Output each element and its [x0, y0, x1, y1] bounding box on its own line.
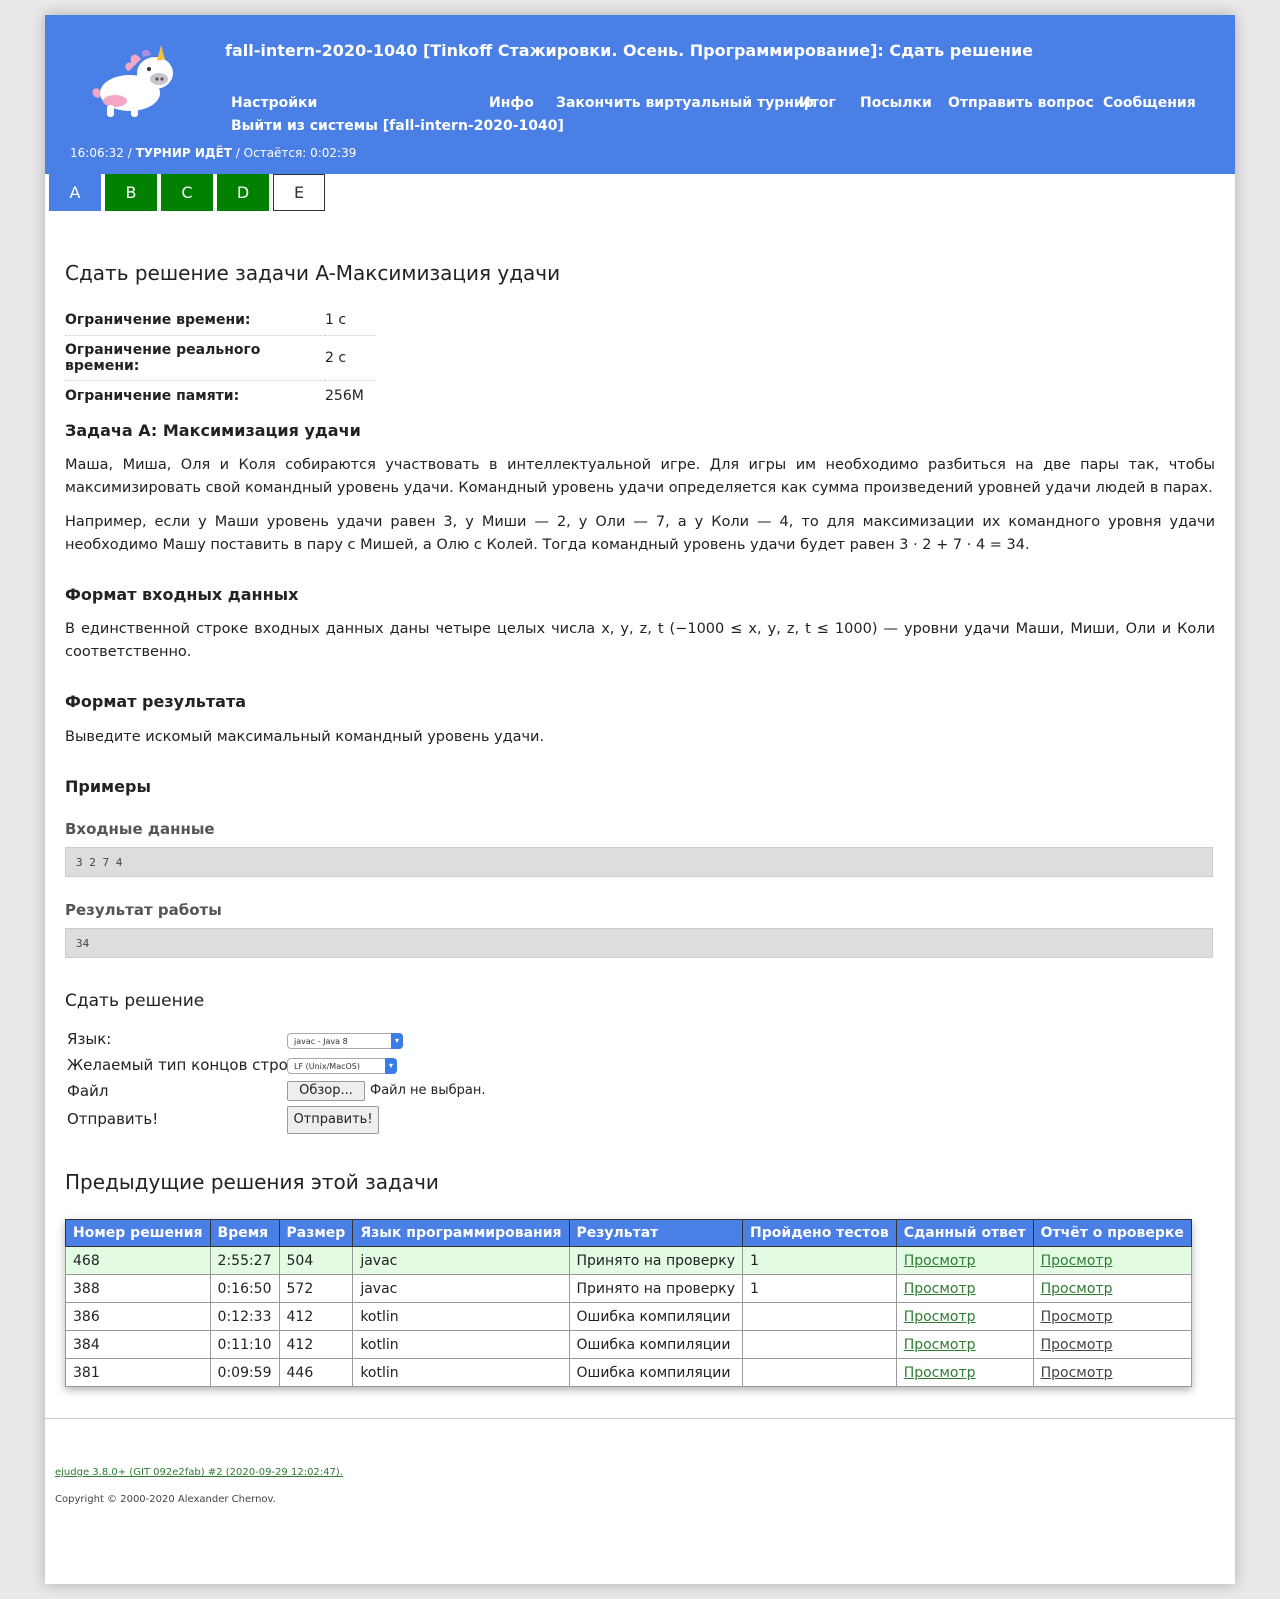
limits-table: Ограничение времени: 1 с Ограничение реа…: [65, 305, 375, 411]
header: fall-intern-2020-1040 [Tinkoff Стажировк…: [45, 15, 1235, 174]
page: fall-intern-2020-1040 [Tinkoff Стажировк…: [45, 15, 1235, 1584]
previous-runs-table: Номер решения Время Размер Язык программ…: [65, 1219, 1192, 1387]
contest-status: 16:06:32 / ТУРНИР ИДЁТ / Остаётся: 0:02:…: [70, 146, 357, 160]
example-input-box: 3 2 7 4: [65, 847, 1213, 877]
nav-info[interactable]: Инфо: [489, 95, 534, 111]
problem-title: Задача A: Максимизация удачи: [65, 421, 361, 440]
time-limit-value: 1 с: [325, 305, 375, 336]
example-output-label: Результат работы: [65, 901, 222, 919]
statement-paragraph-2: Например, если у Маши уровень удачи раве…: [65, 514, 1215, 553]
col-language: Язык программирования: [352, 1219, 570, 1247]
view-report-link[interactable]: Просмотр: [1041, 1253, 1113, 1269]
tab-problem-d[interactable]: D: [217, 174, 269, 211]
view-report-link[interactable]: Просмотр: [1041, 1281, 1113, 1297]
statement-paragraph-1: Маша, Миша, Оля и Коля собираются участв…: [65, 457, 1215, 496]
copyright: Copyright © 2000-2020 Alexander Chernov.: [55, 1494, 276, 1505]
real-time-limit-label: Ограничение реального времени:: [65, 335, 325, 381]
real-time-limit-value: 2 с: [325, 335, 375, 381]
output-format-text: Выведите искомый максимальный командный …: [65, 729, 545, 745]
table-row: 381 0:09:59 446 kotlin Ошибка компиляции…: [65, 1358, 1192, 1387]
tab-problem-b[interactable]: B: [105, 174, 157, 211]
view-answer-link[interactable]: Просмотр: [904, 1309, 976, 1325]
table-row: 384 0:11:10 412 kotlin Ошибка компиляции…: [65, 1330, 1192, 1359]
time-remaining: Остаётся: 0:02:39: [243, 146, 357, 160]
page-title: fall-intern-2020-1040 [Tinkoff Стажировк…: [225, 41, 1034, 60]
view-report-link[interactable]: Просмотр: [1041, 1365, 1113, 1381]
nav-runs[interactable]: Посылки: [860, 95, 932, 111]
table-row: 468 2:55:27 504 javac Принято на проверк…: [65, 1246, 1192, 1275]
view-answer-link[interactable]: Просмотр: [904, 1253, 976, 1269]
table-header-row: Номер решения Время Размер Язык программ…: [65, 1219, 1192, 1247]
view-report-link[interactable]: Просмотр: [1041, 1309, 1113, 1325]
submit-form-heading: Сдать решение: [65, 991, 205, 1011]
nav-messages[interactable]: Сообщения: [1103, 95, 1196, 111]
table-row: 388 0:16:50 572 javac Принято на проверк…: [65, 1274, 1192, 1303]
input-format-text: В единственной строке входных данных дан…: [65, 621, 1215, 660]
col-result: Результат: [568, 1219, 744, 1247]
nav-logout[interactable]: Выйти из системы [fall-intern-2020-1040]: [231, 118, 564, 134]
nav-ask-question[interactable]: Отправить вопрос: [948, 95, 1094, 111]
nav-settings[interactable]: Настройки: [231, 95, 317, 111]
contest-state: ТУРНИР ИДЁТ: [135, 146, 232, 160]
example-input-label: Входные данные: [65, 820, 215, 838]
view-answer-link[interactable]: Просмотр: [904, 1337, 976, 1353]
col-report: Отчёт о проверке: [1032, 1219, 1192, 1247]
col-size: Размер: [278, 1219, 354, 1247]
view-answer-link[interactable]: Просмотр: [904, 1281, 976, 1297]
col-run-id: Номер решения: [65, 1219, 211, 1247]
memory-limit-label: Ограничение памяти:: [65, 388, 240, 404]
tab-problem-c[interactable]: C: [161, 174, 213, 211]
send-label: Отправить!: [67, 1110, 159, 1128]
input-format-heading: Формат входных данных: [65, 585, 299, 604]
language-select[interactable]: javac - Java 8 ▾: [287, 1033, 403, 1049]
language-label: Язык:: [67, 1030, 112, 1048]
time-limit-label: Ограничение времени:: [65, 305, 325, 336]
ejudge-version-link[interactable]: ejudge 3.8.0+ (GIT 092e2fab) #2 (2020-09…: [55, 1467, 343, 1478]
file-status: Файл не выбран.: [370, 1083, 486, 1098]
chevron-down-icon: ▾: [391, 1033, 403, 1049]
chevron-down-icon: ▾: [385, 1058, 397, 1074]
nav-summary[interactable]: Итог: [799, 95, 836, 111]
nav-finish-virtual[interactable]: Закончить виртуальный турнир: [556, 95, 814, 111]
file-label: Файл: [67, 1082, 109, 1100]
col-submitted-answer: Сданный ответ: [895, 1219, 1034, 1247]
eol-label: Желаемый тип концов строк:: [67, 1056, 302, 1074]
unicorn-logo: [92, 45, 173, 117]
view-report-link[interactable]: Просмотр: [1041, 1337, 1113, 1353]
tab-problem-e[interactable]: E: [273, 174, 325, 211]
eol-select[interactable]: LF (Unix/MacOS) ▾: [287, 1058, 397, 1074]
output-format-heading: Формат результата: [65, 692, 247, 711]
col-time: Время: [209, 1219, 280, 1247]
view-answer-link[interactable]: Просмотр: [904, 1365, 976, 1381]
examples-heading: Примеры: [65, 777, 151, 796]
submit-heading: Сдать решение задачи A-Максимизация удач…: [65, 261, 561, 285]
table-row: 386 0:12:33 412 kotlin Ошибка компиляции…: [65, 1302, 1192, 1331]
memory-limit-value: 256M: [325, 388, 364, 404]
previous-runs-heading: Предыдущие решения этой задачи: [65, 1170, 439, 1194]
tab-problem-a[interactable]: A: [49, 174, 101, 211]
example-output-box: 34: [65, 928, 1213, 958]
col-tests-passed: Пройдено тестов: [742, 1219, 897, 1247]
browse-button[interactable]: Обзор...: [287, 1081, 365, 1101]
send-button[interactable]: Отправить!: [287, 1106, 379, 1134]
footer-divider: [45, 1418, 1235, 1419]
server-time: 16:06:32: [70, 146, 124, 160]
